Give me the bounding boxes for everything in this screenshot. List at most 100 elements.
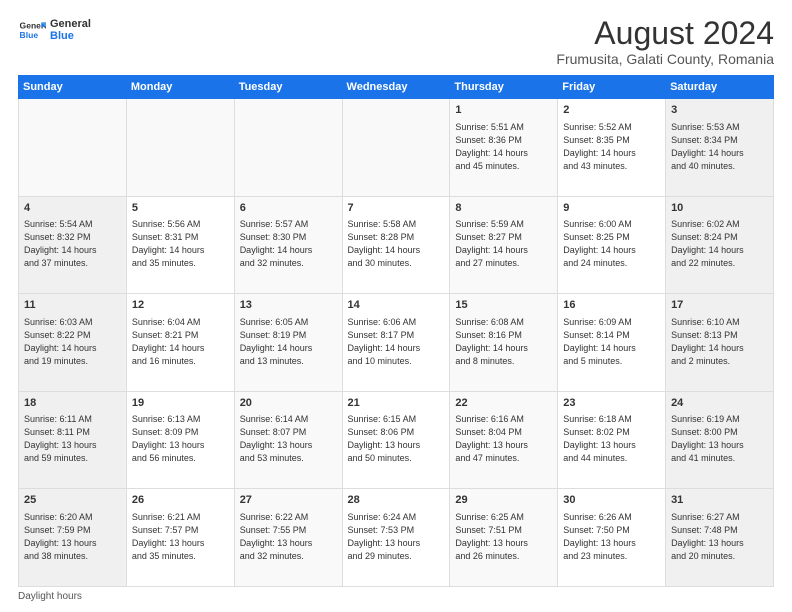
day-info: Sunrise: 6:25 AM Sunset: 7:51 PM Dayligh… bbox=[455, 511, 552, 563]
calendar-cell bbox=[126, 99, 234, 197]
calendar-cell: 16 Sunrise: 6:09 AM Sunset: 8:14 PM Dayli… bbox=[558, 294, 666, 392]
calendar-cell: 31 Sunrise: 6:27 AM Sunset: 7:48 PM Dayli… bbox=[666, 489, 774, 587]
calendar-table: SundayMondayTuesdayWednesdayThursdayFrid… bbox=[18, 75, 774, 587]
day-info: Sunrise: 6:26 AM Sunset: 7:50 PM Dayligh… bbox=[563, 511, 660, 563]
month-title: August 2024 bbox=[556, 16, 774, 51]
calendar-cell: 15Sunrise: 6:08 AM Sunset: 8:16 PM Dayli… bbox=[450, 294, 558, 392]
calendar-cell: 7 Sunrise: 5:58 AM Sunset: 8:28 PM Daylig… bbox=[342, 196, 450, 294]
day-info: Sunrise: 6:06 AM Sunset: 8:17 PM Dayligh… bbox=[348, 316, 445, 368]
day-info: Sunrise: 5:58 AM Sunset: 8:28 PM Dayligh… bbox=[348, 218, 445, 270]
day-number: 30 bbox=[563, 493, 660, 508]
calendar-cell: 21 Sunrise: 6:15 AM Sunset: 8:06 PM Dayli… bbox=[342, 391, 450, 489]
col-header-sunday: Sunday bbox=[19, 76, 127, 99]
col-header-tuesday: Tuesday bbox=[234, 76, 342, 99]
svg-text:Blue: Blue bbox=[20, 30, 39, 40]
header: General Blue General Blue August 2024 Fr… bbox=[18, 16, 774, 67]
day-info: Sunrise: 6:22 AM Sunset: 7:55 PM Dayligh… bbox=[240, 511, 337, 563]
col-header-saturday: Saturday bbox=[666, 76, 774, 99]
day-number: 15 bbox=[455, 298, 552, 313]
day-info: Sunrise: 6:00 AM Sunset: 8:25 PM Dayligh… bbox=[563, 218, 660, 270]
day-number: 1 bbox=[455, 103, 552, 118]
calendar-cell: 5 Sunrise: 5:56 AM Sunset: 8:31 PM Daylig… bbox=[126, 196, 234, 294]
calendar-cell: 19 Sunrise: 6:13 AM Sunset: 8:09 PM Dayli… bbox=[126, 391, 234, 489]
page: General Blue General Blue August 2024 Fr… bbox=[0, 0, 792, 612]
logo: General Blue General Blue bbox=[18, 16, 91, 44]
calendar-cell: 11Sunrise: 6:03 AM Sunset: 8:22 PM Dayli… bbox=[19, 294, 127, 392]
calendar-cell: 13 Sunrise: 6:05 AM Sunset: 8:19 PM Dayli… bbox=[234, 294, 342, 392]
calendar-cell: 9 Sunrise: 6:00 AM Sunset: 8:25 PM Daylig… bbox=[558, 196, 666, 294]
day-info: Sunrise: 6:16 AM Sunset: 8:04 PM Dayligh… bbox=[455, 413, 552, 465]
col-header-thursday: Thursday bbox=[450, 76, 558, 99]
day-info: Sunrise: 6:02 AM Sunset: 8:24 PM Dayligh… bbox=[671, 218, 768, 270]
week-row-5: 25Sunrise: 6:20 AM Sunset: 7:59 PM Dayli… bbox=[19, 489, 774, 587]
day-number: 8 bbox=[455, 201, 552, 216]
week-row-2: 4 Sunrise: 5:54 AM Sunset: 8:32 PM Daylig… bbox=[19, 196, 774, 294]
day-info: Sunrise: 6:15 AM Sunset: 8:06 PM Dayligh… bbox=[348, 413, 445, 465]
location-subtitle: Frumusita, Galati County, Romania bbox=[556, 51, 774, 67]
day-number: 10 bbox=[671, 201, 768, 216]
day-number: 3 bbox=[671, 103, 768, 118]
day-number: 23 bbox=[563, 396, 660, 411]
day-info: Sunrise: 6:09 AM Sunset: 8:14 PM Dayligh… bbox=[563, 316, 660, 368]
day-info: Sunrise: 6:10 AM Sunset: 8:13 PM Dayligh… bbox=[671, 316, 768, 368]
day-number: 5 bbox=[132, 201, 229, 216]
calendar-cell: 20Sunrise: 6:14 AM Sunset: 8:07 PM Dayli… bbox=[234, 391, 342, 489]
day-info: Sunrise: 6:24 AM Sunset: 7:53 PM Dayligh… bbox=[348, 511, 445, 563]
calendar-cell: 24 Sunrise: 6:19 AM Sunset: 8:00 PM Dayli… bbox=[666, 391, 774, 489]
day-info: Sunrise: 5:56 AM Sunset: 8:31 PM Dayligh… bbox=[132, 218, 229, 270]
calendar-cell: 4 Sunrise: 5:54 AM Sunset: 8:32 PM Daylig… bbox=[19, 196, 127, 294]
day-info: Sunrise: 5:54 AM Sunset: 8:32 PM Dayligh… bbox=[24, 218, 121, 270]
day-number: 20 bbox=[240, 396, 337, 411]
day-number: 7 bbox=[348, 201, 445, 216]
day-number: 11 bbox=[24, 298, 121, 313]
day-number: 25 bbox=[24, 493, 121, 508]
day-info: Sunrise: 6:13 AM Sunset: 8:09 PM Dayligh… bbox=[132, 413, 229, 465]
logo-icon: General Blue bbox=[18, 16, 46, 44]
day-number: 12 bbox=[132, 298, 229, 313]
calendar-cell bbox=[342, 99, 450, 197]
title-block: August 2024 Frumusita, Galati County, Ro… bbox=[556, 16, 774, 67]
calendar-cell: 25Sunrise: 6:20 AM Sunset: 7:59 PM Dayli… bbox=[19, 489, 127, 587]
day-number: 4 bbox=[24, 201, 121, 216]
day-number: 19 bbox=[132, 396, 229, 411]
calendar-cell: 30 Sunrise: 6:26 AM Sunset: 7:50 PM Dayli… bbox=[558, 489, 666, 587]
calendar-cell: 29 Sunrise: 6:25 AM Sunset: 7:51 PM Dayli… bbox=[450, 489, 558, 587]
day-number: 24 bbox=[671, 396, 768, 411]
day-info: Sunrise: 6:05 AM Sunset: 8:19 PM Dayligh… bbox=[240, 316, 337, 368]
week-row-4: 18Sunrise: 6:11 AM Sunset: 8:11 PM Dayli… bbox=[19, 391, 774, 489]
col-header-wednesday: Wednesday bbox=[342, 76, 450, 99]
day-info: Sunrise: 6:19 AM Sunset: 8:00 PM Dayligh… bbox=[671, 413, 768, 465]
day-number: 27 bbox=[240, 493, 337, 508]
calendar-cell: 14Sunrise: 6:06 AM Sunset: 8:17 PM Dayli… bbox=[342, 294, 450, 392]
calendar-header-row: SundayMondayTuesdayWednesdayThursdayFrid… bbox=[19, 76, 774, 99]
calendar-cell: 18Sunrise: 6:11 AM Sunset: 8:11 PM Dayli… bbox=[19, 391, 127, 489]
calendar-cell: 27 Sunrise: 6:22 AM Sunset: 7:55 PM Dayli… bbox=[234, 489, 342, 587]
footer-note: Daylight hours bbox=[18, 591, 774, 602]
day-number: 2 bbox=[563, 103, 660, 118]
day-info: Sunrise: 6:27 AM Sunset: 7:48 PM Dayligh… bbox=[671, 511, 768, 563]
calendar-cell: 6Sunrise: 5:57 AM Sunset: 8:30 PM Daylig… bbox=[234, 196, 342, 294]
calendar-cell: 26Sunrise: 6:21 AM Sunset: 7:57 PM Dayli… bbox=[126, 489, 234, 587]
day-info: Sunrise: 5:53 AM Sunset: 8:34 PM Dayligh… bbox=[671, 121, 768, 173]
day-number: 26 bbox=[132, 493, 229, 508]
calendar-cell bbox=[234, 99, 342, 197]
day-info: Sunrise: 6:04 AM Sunset: 8:21 PM Dayligh… bbox=[132, 316, 229, 368]
calendar-cell bbox=[19, 99, 127, 197]
col-header-friday: Friday bbox=[558, 76, 666, 99]
week-row-1: 1Sunrise: 5:51 AM Sunset: 8:36 PM Daylig… bbox=[19, 99, 774, 197]
day-info: Sunrise: 6:11 AM Sunset: 8:11 PM Dayligh… bbox=[24, 413, 121, 465]
day-number: 13 bbox=[240, 298, 337, 313]
calendar-cell: 23Sunrise: 6:18 AM Sunset: 8:02 PM Dayli… bbox=[558, 391, 666, 489]
day-number: 29 bbox=[455, 493, 552, 508]
calendar-cell: 17Sunrise: 6:10 AM Sunset: 8:13 PM Dayli… bbox=[666, 294, 774, 392]
calendar-cell: 22Sunrise: 6:16 AM Sunset: 8:04 PM Dayli… bbox=[450, 391, 558, 489]
day-number: 6 bbox=[240, 201, 337, 216]
day-number: 31 bbox=[671, 493, 768, 508]
calendar-cell: 12 Sunrise: 6:04 AM Sunset: 8:21 PM Dayli… bbox=[126, 294, 234, 392]
day-number: 21 bbox=[348, 396, 445, 411]
calendar-cell: 28Sunrise: 6:24 AM Sunset: 7:53 PM Dayli… bbox=[342, 489, 450, 587]
day-number: 16 bbox=[563, 298, 660, 313]
day-number: 9 bbox=[563, 201, 660, 216]
calendar-cell: 2Sunrise: 5:52 AM Sunset: 8:35 PM Daylig… bbox=[558, 99, 666, 197]
calendar-cell: 3 Sunrise: 5:53 AM Sunset: 8:34 PM Daylig… bbox=[666, 99, 774, 197]
